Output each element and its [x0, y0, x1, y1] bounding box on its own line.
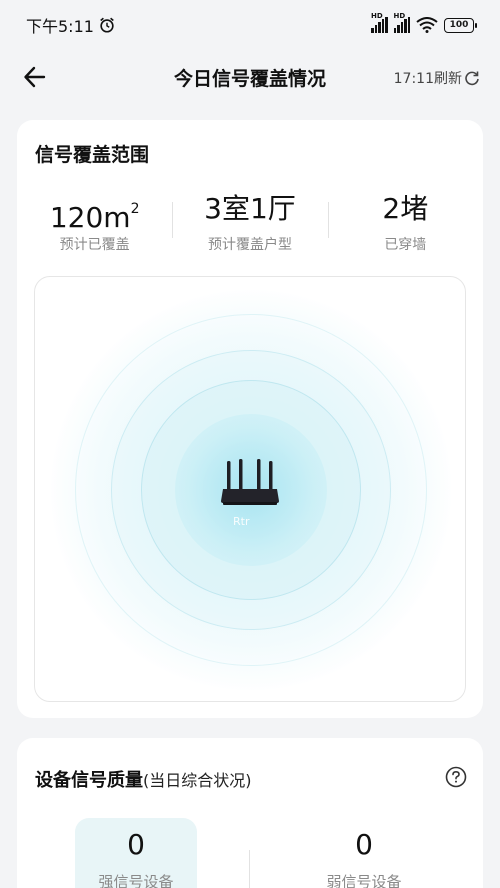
status-bar: 下午5:11 HD HD 100	[0, 0, 500, 50]
router-label: Rtr	[233, 515, 250, 528]
stat-walls-value: 2堵	[382, 192, 429, 225]
refresh-icon	[465, 71, 479, 86]
status-time: 下午5:11	[26, 17, 94, 36]
stat-walls-label: 已穿墙	[384, 237, 427, 253]
stat-area-value: 120m2	[49, 201, 140, 234]
cell-signal-icon-2: HD	[393, 12, 410, 33]
quality-title-text: 设备信号质量	[35, 770, 143, 791]
strong-signal-label: 强信号设备	[98, 873, 174, 888]
stat-layout: 3室1厅 预计覆盖户型	[172, 190, 327, 280]
weak-signal-devices[interactable]: 0 弱信号设备	[303, 818, 425, 888]
battery-level: 100	[449, 20, 469, 30]
status-right: HD HD 100	[371, 12, 477, 33]
coverage-visual: Rtr	[34, 276, 466, 702]
status-left: 下午5:11	[26, 13, 116, 37]
router-icon	[221, 459, 279, 505]
strong-signal-count: 0	[127, 828, 145, 861]
wifi-icon	[416, 17, 438, 33]
stat-area: 120m2 预计已覆盖	[17, 190, 172, 280]
weak-signal-label: 弱信号设备	[326, 873, 402, 888]
coverage-stats: 120m2 预计已覆盖 3室1厅 预计覆盖户型 2堵 已穿墙	[17, 190, 483, 280]
cell-signal-icon: HD	[371, 12, 388, 33]
refresh-button[interactable]: 17:11刷新	[394, 68, 480, 88]
weak-signal-count: 0	[355, 828, 373, 861]
stat-walls: 2堵 已穿墙	[327, 190, 483, 280]
header: 今日信号覆盖情况 17:11刷新	[0, 52, 500, 102]
stat-layout-value: 3室1厅	[204, 192, 296, 225]
strong-signal-devices[interactable]: 0 强信号设备	[75, 818, 197, 888]
quality-subtitle: (当日综合状况)	[143, 771, 252, 790]
hd-label-2: HD	[393, 12, 406, 20]
hd-label: HD	[371, 12, 383, 20]
coverage-card: 信号覆盖范围 120m2 预计已覆盖 3室1厅 预计覆盖户型 2堵 已穿墙 Rt…	[17, 120, 483, 718]
stat-layout-label: 预计覆盖户型	[207, 237, 292, 253]
quality-title: 设备信号质量(当日综合状况)	[35, 766, 252, 792]
stat-area-label: 预计已覆盖	[59, 237, 130, 253]
quality-stats: 0 强信号设备 0 弱信号设备	[17, 818, 483, 888]
refresh-time: 17:11刷新	[393, 71, 462, 87]
help-icon[interactable]	[445, 766, 467, 788]
coverage-title: 信号覆盖范围	[35, 144, 150, 166]
battery-icon: 100	[444, 17, 477, 33]
alarm-icon	[100, 17, 114, 33]
quality-card: 设备信号质量(当日综合状况) 0 强信号设备 0 弱信号设备	[17, 738, 483, 888]
quality-divider	[249, 850, 250, 888]
